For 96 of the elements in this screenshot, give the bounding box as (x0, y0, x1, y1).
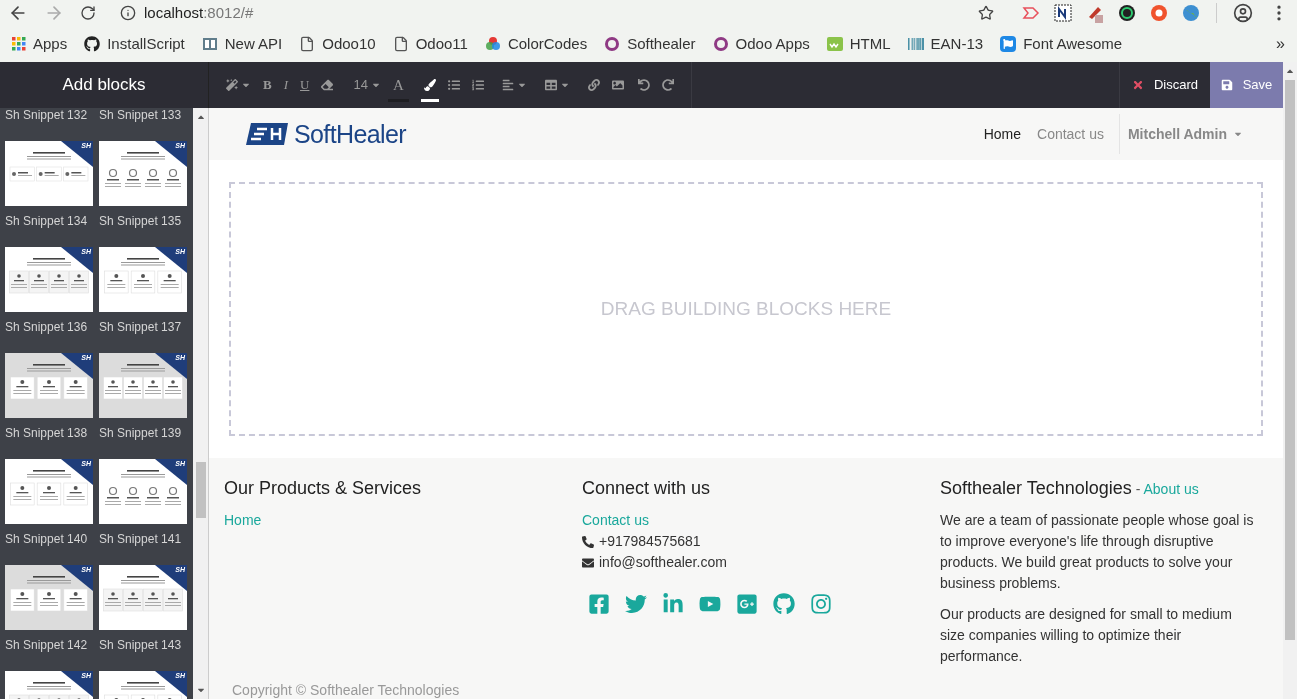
snippet-label: Sh Snippet 134 (5, 214, 89, 228)
phone-icon (582, 535, 594, 548)
sidebar-scrollbar[interactable] (193, 108, 209, 699)
undo-icon (637, 79, 650, 91)
bookmark-link[interactable]: Odoo10 (322, 32, 376, 56)
footer-heading: Connect with us (582, 477, 712, 500)
globe-icon[interactable] (1182, 4, 1200, 22)
link-icon (587, 79, 600, 91)
bookmark-link[interactable]: HTML (849, 32, 891, 56)
footer-heading: Softhealer Technologies (940, 478, 1132, 498)
badge-corner (155, 353, 187, 379)
about-paragraph: Our products are designed for small to medium size companies willing to optimize their performance. (940, 605, 1233, 666)
separator: - (1135, 481, 1141, 497)
scrollbar-thumb[interactable] (195, 462, 206, 518)
badge-corner (61, 353, 93, 379)
save-icon (1220, 79, 1233, 91)
snippet-label: Sh Snippet 137 (99, 320, 183, 334)
book-icon (201, 36, 218, 52)
save-button[interactable]: Save (1210, 62, 1283, 108)
bookmark-link[interactable]: EAN-13 (930, 32, 984, 56)
bookmark-link[interactable]: Apps (33, 32, 68, 56)
bookmark-link[interactable]: Font Awesome (1023, 32, 1123, 56)
bookmark-link[interactable]: ColorCodes (507, 32, 588, 56)
bookmark-link[interactable]: New API (224, 32, 283, 56)
eraser-icon (321, 79, 334, 91)
snippet-label: Sh Snippet 139 (99, 426, 183, 440)
snippet-label: Sh Snippet 136 (5, 320, 89, 334)
about-paragraph: We are a team of passionate people whose goal is to improve everyone's life through disruptive products. We build great products to solve your business problems. (940, 511, 1255, 593)
extension-icon[interactable] (1054, 4, 1072, 22)
logo[interactable]: SoftHealer (246, 121, 406, 147)
reload-icon[interactable] (80, 5, 96, 21)
extension-icon[interactable] (1118, 4, 1136, 22)
github-icon (84, 36, 101, 52)
snippet-label: Sh Snippet 142 (5, 638, 89, 652)
page-scrollbar[interactable] (1283, 62, 1297, 699)
github-icon[interactable] (773, 593, 795, 615)
lifebuoy-icon[interactable] (1150, 4, 1168, 22)
toolbar-button[interactable]: A (387, 62, 409, 108)
snippet-label: Sh Snippet 133 (99, 108, 183, 122)
page-icon (299, 36, 316, 52)
toolbar-button[interactable]: I (278, 62, 293, 108)
linkedin-icon[interactable] (662, 593, 684, 615)
more-bookmarks-button[interactable]: » (1276, 32, 1285, 56)
badge-corner (155, 247, 187, 273)
email-address: info@softhealer.com (599, 553, 727, 572)
badge-corner (61, 671, 93, 697)
apps-grid-icon (12, 37, 26, 51)
phone-number: +917984575681 (599, 532, 701, 551)
google-plus-icon[interactable] (736, 593, 758, 615)
close-icon (1131, 79, 1144, 91)
snippet-label: Sh Snippet 138 (5, 426, 89, 440)
address-bar[interactable]: localhost:8012/# (112, 1, 962, 25)
toolbar-button[interactable]: 14 (348, 62, 386, 108)
facebook-icon[interactable] (588, 593, 610, 615)
bookmark-link[interactable]: Odoo11 (415, 32, 468, 56)
snippet-label: Sh Snippet 141 (99, 532, 183, 546)
ring-icon (712, 36, 729, 52)
page-icon (392, 36, 409, 52)
bookmark-link[interactable]: InstallScript (107, 32, 185, 56)
image-icon (611, 79, 624, 91)
badge-corner (155, 565, 187, 591)
toolbar-button[interactable]: U (295, 62, 315, 108)
table-icon (544, 79, 557, 91)
bookmark-link[interactable]: Softhealer (627, 32, 696, 56)
logo-mark-icon (246, 123, 288, 145)
align-icon (501, 79, 514, 91)
badge-corner (61, 565, 93, 591)
snippet-label: Sh Snippet 132 (5, 108, 89, 122)
nav-link[interactable]: Home (975, 123, 1029, 145)
twitter-icon[interactable] (625, 593, 647, 615)
bookmark-star-icon[interactable] (978, 5, 994, 21)
instagram-icon[interactable] (810, 593, 832, 615)
snippet-label: Sh Snippet 143 (99, 638, 183, 652)
redo-icon (661, 79, 674, 91)
brush-icon (423, 79, 436, 91)
scrollbar-thumb[interactable] (1285, 80, 1295, 640)
html-icon (826, 37, 843, 51)
numbered-list-icon (471, 79, 484, 91)
snippet-label: Sh Snippet 135 (99, 214, 183, 228)
magic-wand-icon (226, 79, 238, 91)
snippet-label: Sh Snippet 140 (5, 532, 89, 546)
footer-heading: Our Products & Services (224, 477, 423, 500)
ring-icon (604, 36, 621, 52)
badge-corner (61, 247, 93, 273)
badge-corner (155, 671, 187, 697)
barcode-icon (907, 36, 924, 52)
profile-icon[interactable] (1233, 3, 1253, 23)
badge-corner (61, 141, 93, 167)
toolbar-button[interactable]: B (258, 62, 277, 108)
copyright-text: Copyright © Softhealer Technologies (232, 681, 460, 699)
bullet-list-icon (447, 79, 460, 91)
badge-corner (61, 459, 93, 485)
email-icon (582, 556, 594, 569)
bookmark-link[interactable]: Odoo Apps (735, 32, 810, 56)
color-wheel-icon (484, 36, 501, 52)
flag-icon (1000, 36, 1017, 52)
